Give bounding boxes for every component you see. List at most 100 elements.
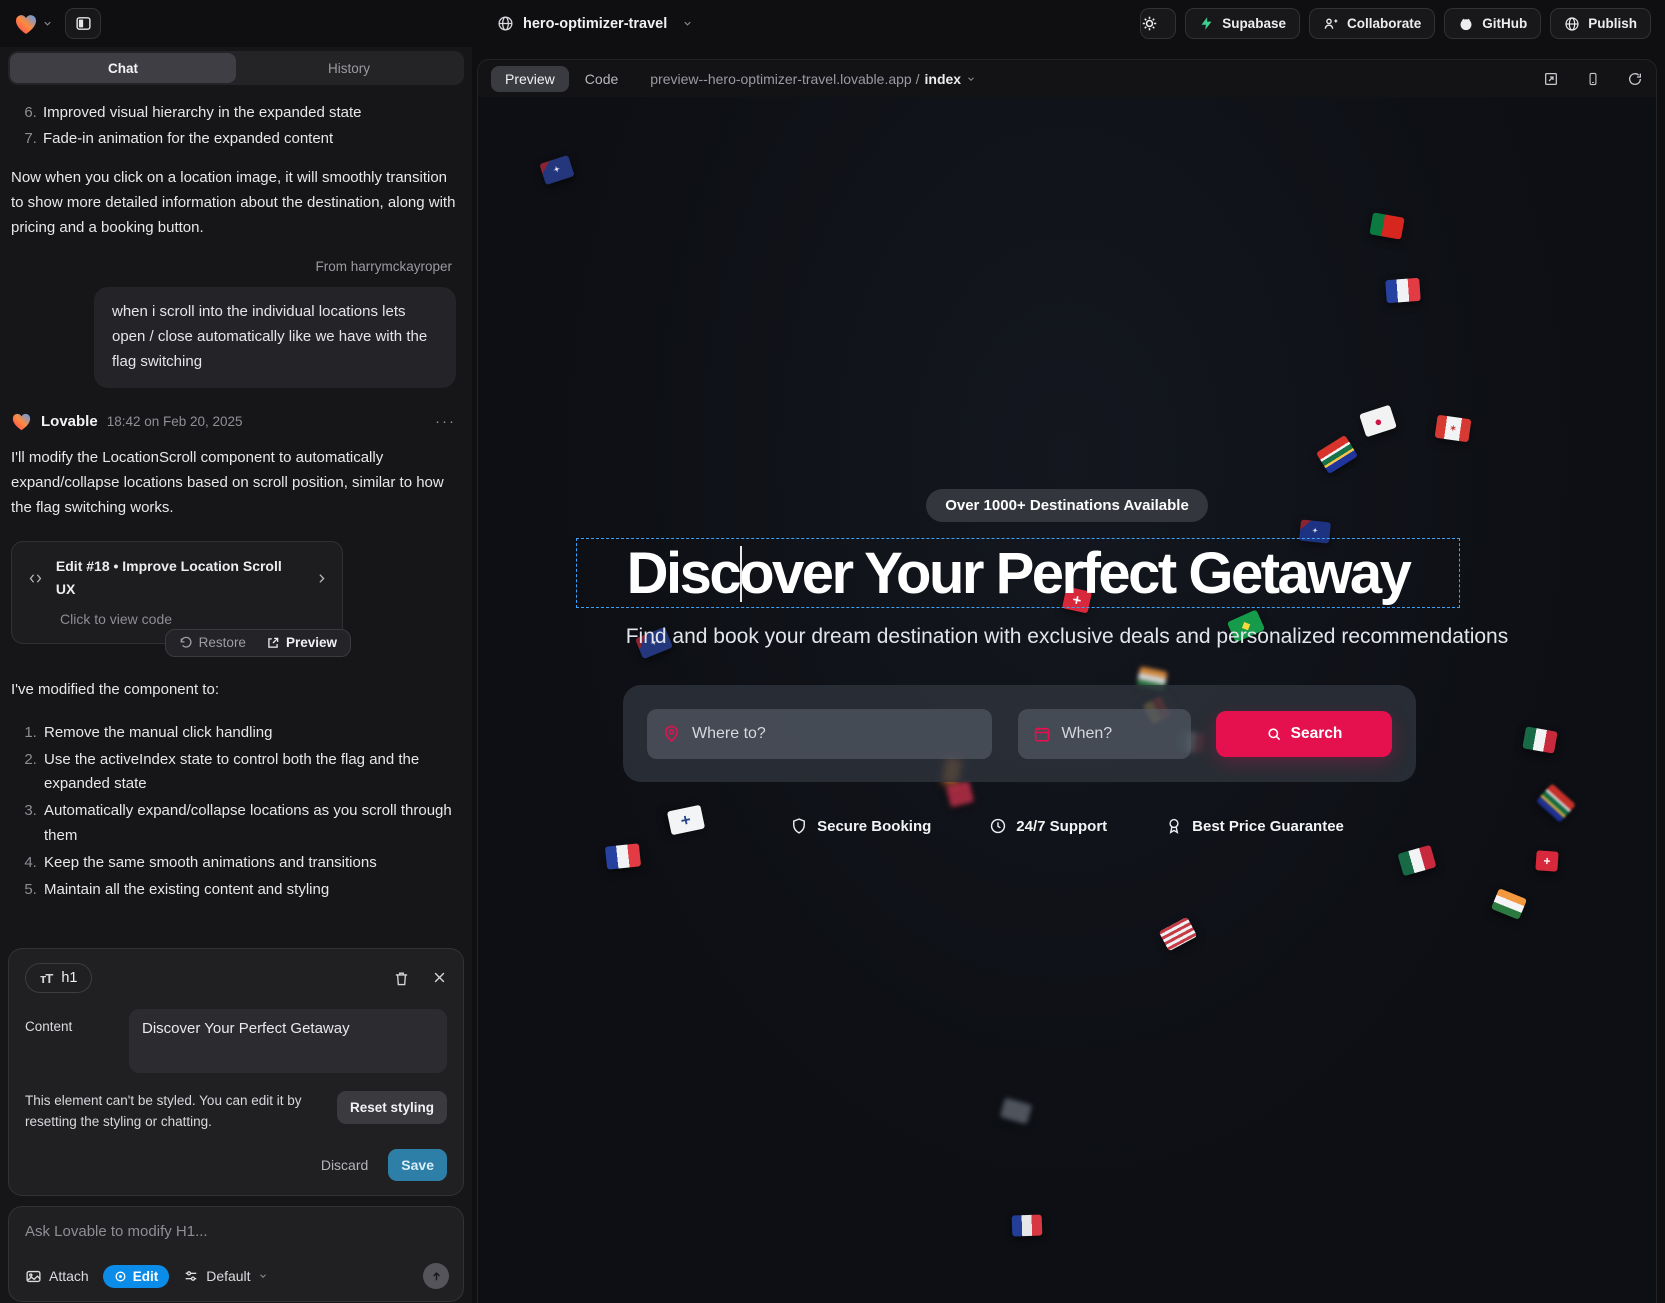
edit-mode-pill[interactable]: Edit bbox=[103, 1265, 170, 1288]
mobile-view-icon[interactable] bbox=[1586, 71, 1600, 87]
location-pin-icon bbox=[662, 724, 681, 743]
attach-button[interactable]: Attach bbox=[25, 1268, 89, 1285]
content-input[interactable]: Discover Your Perfect Getaway bbox=[129, 1009, 447, 1073]
sidebar-panel-icon bbox=[75, 15, 92, 32]
flag-swiss-blur bbox=[946, 780, 975, 807]
trust-best-price: Best Price Guarantee bbox=[1165, 817, 1344, 835]
trash-icon[interactable] bbox=[393, 970, 410, 987]
trust-indicators: Secure Booking 24/7 Support Best Price G… bbox=[478, 817, 1656, 835]
shield-icon bbox=[790, 817, 808, 835]
assistant-message-header: Lovable 18:42 on Feb 20, 2025 ··· bbox=[11, 410, 456, 435]
list-item: Remove the manual click handling bbox=[41, 721, 456, 746]
flag-france-3 bbox=[1012, 1214, 1043, 1236]
external-link-icon bbox=[266, 636, 280, 650]
lovable-heart-icon bbox=[11, 412, 32, 431]
trust-secure-booking: Secure Booking bbox=[790, 817, 931, 835]
edit-card-actions: Restore Preview bbox=[165, 629, 351, 657]
lovable-heart-icon bbox=[14, 13, 38, 35]
flag-flag-blur-gray bbox=[1000, 1098, 1032, 1125]
preview-version-button[interactable]: Preview bbox=[257, 630, 346, 656]
supabase-bolt-icon bbox=[1199, 16, 1214, 31]
tab-code[interactable]: Code bbox=[585, 71, 618, 87]
code-icon bbox=[26, 571, 45, 586]
hero-badge-row: Over 1000+ Destinations Available bbox=[478, 489, 1656, 522]
search-bar: Where to? When? Search bbox=[623, 685, 1416, 782]
assistant-paragraph: I'll modify the LocationScroll component… bbox=[11, 446, 456, 521]
restore-icon bbox=[179, 636, 193, 650]
typography-icon: ᴛT bbox=[40, 971, 52, 986]
calendar-icon bbox=[1033, 725, 1051, 743]
chevron-right-icon bbox=[315, 572, 328, 585]
arrow-up-icon bbox=[430, 1270, 443, 1283]
chevron-down-icon bbox=[42, 18, 53, 29]
github-icon bbox=[1458, 16, 1474, 32]
url-page: index bbox=[925, 71, 962, 87]
supabase-button[interactable]: Supabase bbox=[1185, 8, 1300, 39]
assistant-paragraph: I've modified the component to: bbox=[11, 678, 456, 703]
style-note: This element can't be styled. You can ed… bbox=[25, 1091, 325, 1133]
github-button[interactable]: GitHub bbox=[1444, 8, 1541, 39]
image-icon bbox=[25, 1268, 42, 1285]
assistant-name: Lovable bbox=[41, 410, 98, 435]
restore-button[interactable]: Restore bbox=[170, 630, 255, 656]
chat-scroll-area[interactable]: Improved visual hierarchy in the expande… bbox=[0, 85, 472, 942]
sidebar-tabs: Chat History bbox=[8, 51, 464, 85]
content-label: Content bbox=[25, 1009, 129, 1073]
list-item: Automatically expand/collapse locations … bbox=[41, 799, 456, 849]
message-timestamp: 18:42 on Feb 20, 2025 bbox=[107, 411, 243, 433]
collaborate-button[interactable]: Collaborate bbox=[1309, 8, 1435, 39]
flag-australia: ✦ bbox=[539, 155, 574, 185]
discard-button[interactable]: Discard bbox=[321, 1157, 368, 1173]
message-from-label: From harrymckayroper bbox=[11, 256, 452, 278]
chevron-down-icon bbox=[258, 1271, 268, 1281]
flag-portugal bbox=[1369, 212, 1404, 239]
settings-button[interactable] bbox=[1140, 8, 1176, 39]
destinations-badge: Over 1000+ Destinations Available bbox=[926, 489, 1208, 522]
where-to-input[interactable]: Where to? bbox=[647, 709, 992, 759]
sidebar-toggle-button[interactable] bbox=[65, 8, 101, 39]
project-switcher[interactable]: hero-optimizer-travel bbox=[497, 0, 693, 47]
site-viewport: ✦●✶✦+◆✦++ Over 1000+ Destinations Availa… bbox=[478, 97, 1656, 1303]
publish-button[interactable]: Publish bbox=[1550, 8, 1651, 39]
globe-icon bbox=[497, 15, 514, 32]
clock-icon bbox=[989, 817, 1007, 835]
tab-chat[interactable]: Chat bbox=[10, 53, 236, 83]
list-item: Keep the same smooth animations and tran… bbox=[41, 851, 456, 876]
composer-input[interactable]: Ask Lovable to modify H1... bbox=[25, 1223, 449, 1240]
preview-url[interactable]: preview--hero-optimizer-travel.lovable.a… bbox=[650, 71, 976, 87]
close-icon[interactable] bbox=[432, 970, 447, 985]
selected-element-tag[interactable]: ᴛT h1 bbox=[25, 963, 92, 993]
edit-card-subtitle: Click to view code bbox=[60, 608, 328, 631]
magnifier-icon bbox=[1266, 726, 1282, 742]
search-button[interactable]: Search bbox=[1216, 711, 1392, 757]
lovable-logo-menu[interactable] bbox=[14, 13, 53, 35]
tab-preview[interactable]: Preview bbox=[491, 66, 569, 92]
chevron-down-icon bbox=[682, 18, 693, 29]
flag-japan: ● bbox=[1359, 405, 1397, 438]
edit-version-card[interactable]: Edit #18 • Improve Location Scroll UX Cl… bbox=[11, 541, 343, 644]
mode-select[interactable]: Default bbox=[183, 1268, 267, 1284]
message-menu-button[interactable]: ··· bbox=[435, 410, 456, 435]
refresh-icon[interactable] bbox=[1627, 71, 1643, 87]
send-button[interactable] bbox=[423, 1263, 449, 1289]
selected-h1-outline[interactable]: Discover Your Perfect Getaway bbox=[576, 538, 1460, 608]
open-in-new-window-icon[interactable] bbox=[1543, 71, 1559, 87]
when-input[interactable]: When? bbox=[1018, 709, 1191, 759]
url-host: preview--hero-optimizer-travel.lovable.a… bbox=[650, 71, 919, 87]
app-topbar: hero-optimizer-travel Supabase Collabora… bbox=[0, 0, 1665, 47]
hero-title[interactable]: Discover Your Perfect Getaway bbox=[627, 540, 1410, 607]
list-item: Improved visual hierarchy in the expande… bbox=[41, 101, 456, 126]
reset-styling-button[interactable]: Reset styling bbox=[337, 1091, 447, 1124]
flag-usa bbox=[1159, 917, 1198, 951]
element-tag-label: h1 bbox=[61, 970, 77, 986]
chat-sidebar: Chat History Improved visual hierarchy i… bbox=[0, 47, 472, 1303]
award-icon bbox=[1165, 817, 1183, 835]
save-button[interactable]: Save bbox=[388, 1149, 447, 1181]
assistant-paragraph: Now when you click on a location image, … bbox=[11, 166, 456, 241]
hero-subtitle: Find and book your dream destination wit… bbox=[478, 625, 1656, 649]
flag-south-africa bbox=[1316, 435, 1358, 474]
list-item: Maintain all the existing content and st… bbox=[41, 878, 456, 903]
preview-panel: Preview Code preview--hero-optimizer-tra… bbox=[477, 59, 1657, 1303]
tab-history[interactable]: History bbox=[236, 53, 462, 83]
text-caret bbox=[740, 546, 742, 602]
